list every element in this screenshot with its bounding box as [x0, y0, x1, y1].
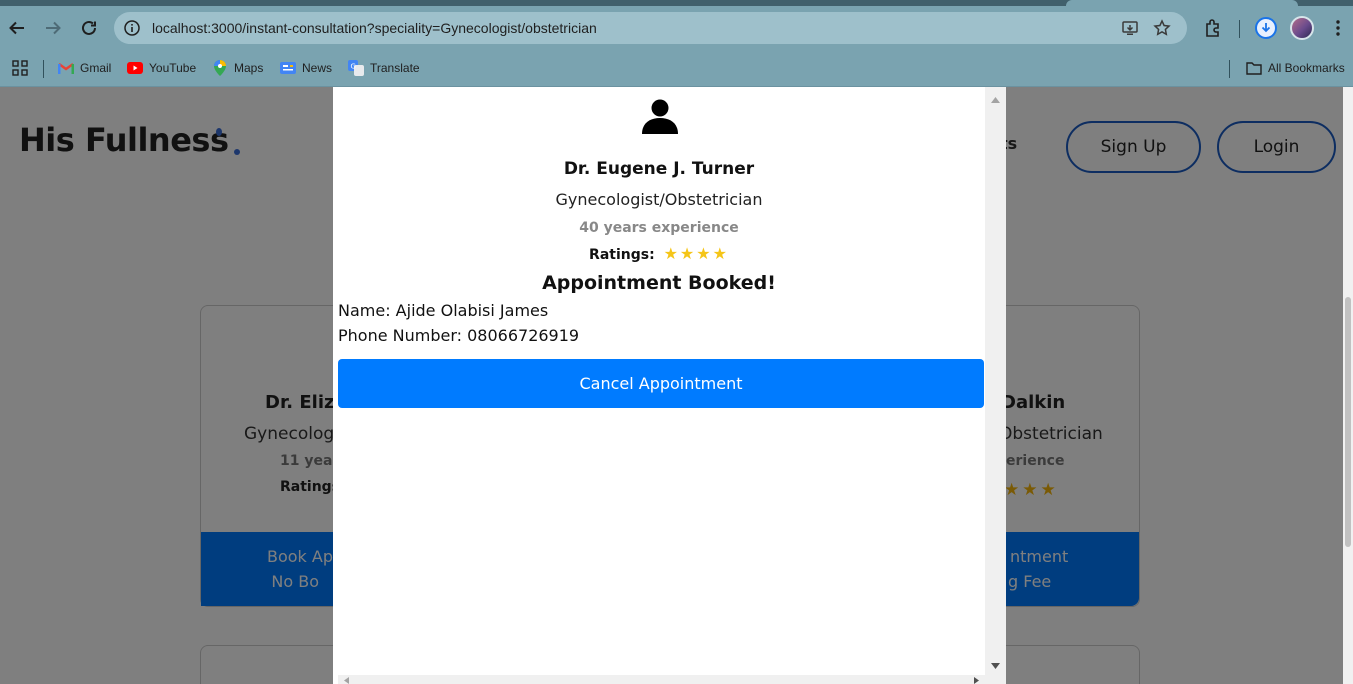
maps-icon [212, 60, 228, 76]
page-scrollbar[interactable] [1343, 87, 1353, 684]
bookmark-label: News [302, 61, 333, 75]
cancel-appointment-button[interactable]: Cancel Appointment [338, 359, 984, 408]
scroll-up-arrow-icon[interactable] [991, 97, 1000, 103]
booking-status: Appointment Booked! [542, 272, 776, 294]
bookmark-news[interactable]: News [280, 58, 332, 78]
url-text[interactable]: localhost:3000/instant-consultation?spec… [152, 20, 597, 36]
doctor-speciality: Gynecologist/Obstetrician [555, 190, 763, 209]
bookmark-youtube[interactable]: YouTube [127, 58, 196, 78]
gmail-icon [58, 60, 74, 76]
patient-name: Name: Ajide Olabisi James [338, 301, 549, 320]
folder-icon [1246, 60, 1262, 76]
menu-kebab-icon[interactable] [1326, 16, 1350, 40]
modal-horizontal-scrollbar[interactable] [338, 675, 985, 684]
browser-toolbar: localhost:3000/instant-consultation?spec… [0, 6, 1353, 50]
modal-vertical-scrollbar[interactable] [985, 87, 1006, 684]
bookmark-label: YouTube [149, 61, 197, 75]
site-info-icon[interactable] [122, 18, 142, 38]
scroll-left-arrow-icon[interactable] [344, 677, 349, 684]
patient-phone: Phone Number: 08066726919 [338, 326, 580, 345]
translate-icon: G [348, 60, 364, 76]
scroll-down-arrow-icon[interactable] [991, 663, 1000, 669]
appointment-modal: Dr. Eugene J. Turner Gynecologist/Obstet… [333, 87, 1006, 684]
bookmark-gmail[interactable]: Gmail [58, 58, 111, 78]
page-scrollbar-thumb[interactable] [1345, 297, 1351, 547]
rating-stars: ★★★★ [663, 244, 729, 263]
doctor-name: Dr. Eugene J. Turner [563, 159, 755, 179]
back-icon[interactable] [5, 16, 29, 40]
apps-grid-icon[interactable] [12, 58, 28, 78]
youtube-icon [127, 60, 143, 76]
bookmark-label: Maps [234, 61, 264, 75]
page-viewport: His Fullness ts Sign Up Login Dr. Eliz G… [0, 87, 1343, 684]
all-bookmarks-label: All Bookmarks [1268, 61, 1345, 75]
doctor-experience: 40 years experience [579, 220, 739, 236]
install-app-icon[interactable] [1120, 18, 1140, 38]
bookmark-star-icon[interactable] [1152, 18, 1172, 38]
bookmarks-separator [1229, 60, 1230, 78]
profile-avatar-icon[interactable] [1290, 16, 1314, 40]
bookmarks-bar: Gmail YouTube Maps News G Translate All … [0, 50, 1353, 87]
toolbar-separator [1239, 20, 1240, 38]
extensions-icon[interactable] [1201, 16, 1225, 40]
download-icon[interactable] [1254, 16, 1278, 40]
address-bar[interactable]: localhost:3000/instant-consultation?spec… [114, 12, 1187, 44]
bookmark-label: Translate [370, 61, 420, 75]
reload-icon[interactable] [77, 16, 101, 40]
bookmark-maps[interactable]: Maps [212, 58, 263, 78]
bookmarks-separator [43, 60, 44, 78]
news-icon [280, 60, 296, 76]
svg-text:G: G [351, 63, 356, 71]
ratings-label: Ratings: [589, 247, 655, 263]
bookmark-label: Gmail [80, 61, 112, 75]
user-avatar-icon [642, 98, 678, 134]
all-bookmarks[interactable]: All Bookmarks [1246, 58, 1345, 78]
forward-icon[interactable] [41, 16, 65, 40]
scroll-right-arrow-icon[interactable] [974, 677, 979, 684]
bookmark-translate[interactable]: G Translate [348, 58, 420, 78]
doctor-ratings: Ratings: ★★★★ [333, 244, 985, 263]
